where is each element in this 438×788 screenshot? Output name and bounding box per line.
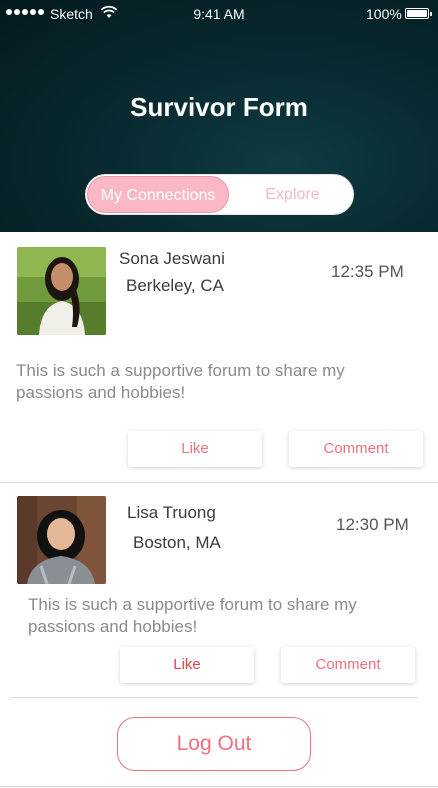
like-button[interactable]: Like [120,647,254,683]
author-name: Lisa Truong [127,503,216,522]
battery-percentage: 100% [366,6,402,22]
bottom-divider [0,786,438,787]
comment-button[interactable]: Comment [281,647,415,683]
divider [0,482,438,483]
post-time: 12:35 PM [331,262,404,281]
tab-explore[interactable]: Explore [232,176,353,213]
divider [10,697,418,698]
like-button[interactable]: Like [128,431,262,467]
comment-button[interactable]: Comment [289,431,423,467]
post-text: This is such a supportive forum to share… [16,360,396,404]
avatar [17,496,106,584]
battery-icon [405,8,432,19]
post-text: This is such a supportive forum to share… [28,594,408,638]
status-bar: Sketch 9:41 AM 100% [0,0,438,30]
post-text-line: This is such a supportive forum to share… [16,361,345,380]
tab-my-connections[interactable]: My Connections [87,176,229,213]
post-text-line: passions and hobbies! [28,617,198,636]
author-location: Berkeley, CA [126,276,224,295]
post-text-line: passions and hobbies! [16,383,186,402]
logout-button[interactable]: Log Out [117,717,311,771]
tab-switcher: My Connections Explore [85,174,354,215]
post-time: 12:30 PM [336,515,409,534]
author-name: Sona Jeswani [119,249,225,268]
avatar [17,247,106,335]
header: Sketch 9:41 AM 100% Survivor Form My Con… [0,0,438,232]
author-location: Boston, MA [133,533,221,552]
post-text-line: This is such a supportive forum to share… [28,595,357,614]
page-title: Survivor Form [130,92,308,122]
